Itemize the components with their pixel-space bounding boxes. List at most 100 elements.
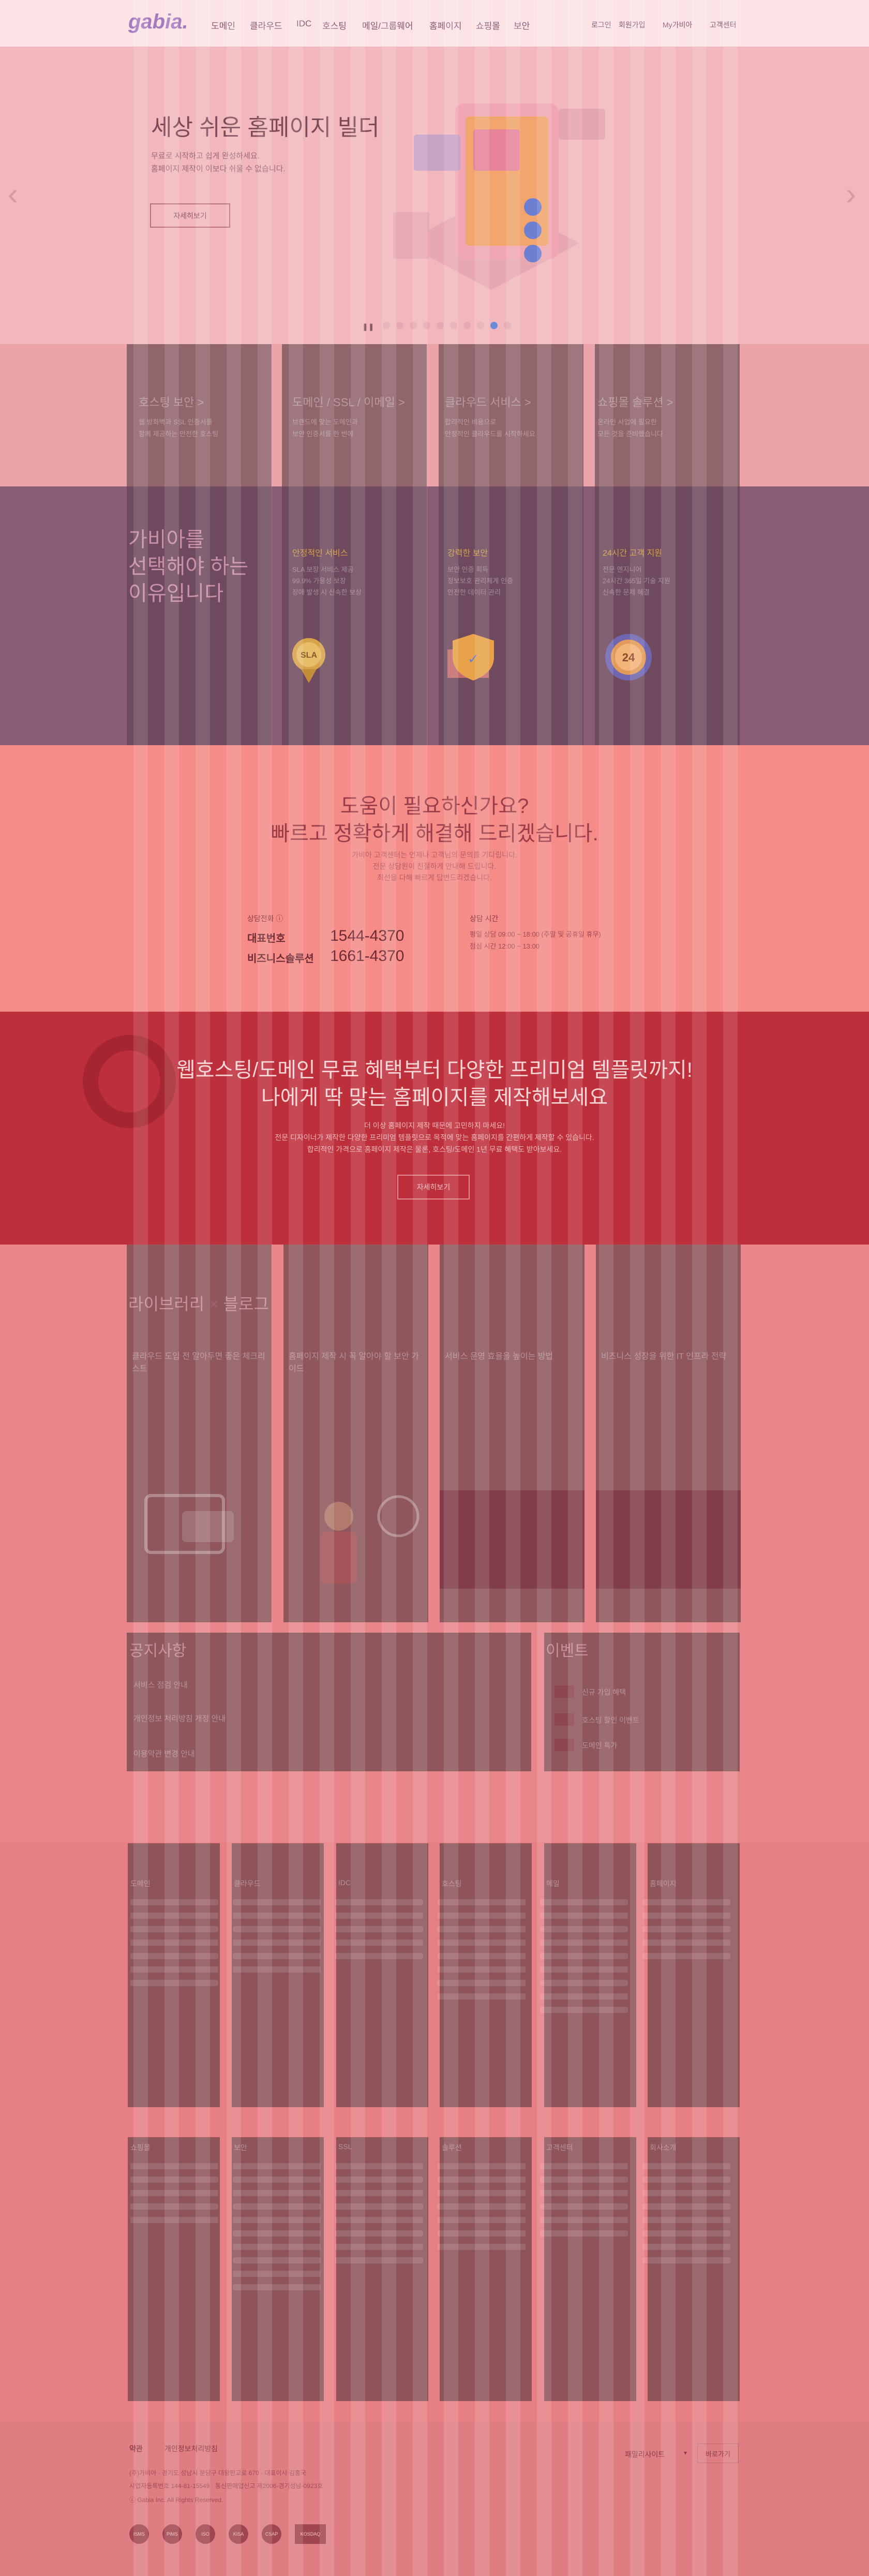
hero-dot-active[interactable] — [490, 322, 498, 329]
hero-next-arrow[interactable]: › — [846, 176, 856, 212]
nav-idc[interactable]: IDC — [296, 19, 311, 29]
library-card-body-2: 홈페이지 제작 시 꼭 알아야 할 보안 가이드 — [289, 1351, 423, 1375]
sitemap-title-security[interactable]: 보안 — [234, 2142, 247, 2153]
family-site-label[interactable]: 패밀리사이트 — [625, 2449, 665, 2460]
hero-dot[interactable] — [382, 322, 390, 329]
blog-tab[interactable]: 블로그 — [223, 1295, 269, 1313]
nav-domain[interactable]: 도메인 — [211, 19, 235, 32]
library-image-4 — [596, 1490, 741, 1589]
sitemap-title-homepage[interactable]: 홈페이지 — [650, 1878, 677, 1889]
hero-dot[interactable] — [450, 322, 457, 329]
why-item-title-1: 안정적인 서비스 — [292, 549, 348, 558]
util-login[interactable]: 로그인 — [591, 20, 611, 30]
help-title-1: 도움이 필요하신가요? — [340, 795, 529, 818]
hero-prev-arrow[interactable]: ‹ — [8, 176, 18, 212]
promo-detail-button[interactable]: 자세히보기 — [397, 1175, 470, 1200]
cert-badge-icon: CSAP — [262, 2524, 281, 2544]
sitemap-title-cloud[interactable]: 클라우드 — [234, 1878, 261, 1889]
why-item-1-l3: 장애 발생 시 신속한 보상 — [292, 588, 362, 596]
nav-homepage[interactable]: 홈페이지 — [429, 19, 462, 32]
hero-pause-button[interactable]: ❚❚ — [362, 322, 374, 331]
quick-title-1[interactable]: 호스팅 보안 > — [139, 393, 204, 410]
event-thumb-3 — [555, 1739, 574, 1751]
notice-item-3[interactable]: 이용약관 변경 안내 — [133, 1748, 195, 1759]
sitemap-title-solution[interactable]: 솔루션 — [442, 2142, 462, 2153]
quick-card-2[interactable] — [282, 344, 427, 486]
promo-desc-3: 합리적인 가격으로 홈페이지 제작은 물론, 호스팅/도메인 1년 무료 혜택도… — [307, 1145, 562, 1153]
cert-badge-icon: ISO — [196, 2524, 215, 2544]
event-item-3[interactable]: 도메인 특가 — [582, 1740, 617, 1751]
why-item-3-l3: 신속한 문제 해결 — [603, 588, 650, 596]
cert-badge-icon: KISA — [229, 2524, 248, 2544]
sitemap-title-mail[interactable]: 메일 — [546, 1878, 560, 1889]
footer-business: 사업자등록번호 144-81-15549 · 통신판매업신고 제2006-경기성… — [129, 2482, 323, 2490]
quick-line-3a: 합리적인 비용으로 — [445, 418, 497, 426]
nav-security[interactable]: 보안 — [514, 19, 530, 32]
hours-label: 상담 시간 — [470, 914, 499, 923]
hero-dot[interactable] — [503, 322, 511, 329]
hours-line-1: 평일 상담 09:00 ~ 18:00 (주말 및 공휴일 휴무) — [470, 930, 601, 938]
why-col-2 — [282, 486, 427, 745]
quick-title-2[interactable]: 도메인 / SSL / 이메일 > — [292, 393, 405, 410]
util-support[interactable]: 고객센터 — [710, 20, 737, 30]
nav-cloud[interactable]: 클라우드 — [250, 19, 282, 32]
event-title[interactable]: 이벤트 — [546, 1638, 589, 1661]
why-item-1-l1: SLA 보장 서비스 제공 — [292, 566, 354, 573]
help-desc-3: 최선을 다해 빠르게 답변드리겠습니다. — [377, 874, 492, 882]
why-heading-2: 선택해야 하는 — [128, 555, 248, 578]
library-card-title-4[interactable]: 비즈니스 성장을 위한 IT 인프라 전략 — [601, 1351, 736, 1363]
library-card-title-2[interactable]: 홈페이지 제작 시 꼭 알아야 할 보안 가이드 — [289, 1351, 423, 1375]
event-item-2[interactable]: 호스팅 할인 이벤트 — [582, 1715, 639, 1725]
family-site-go-button[interactable]: 바로가기 — [697, 2444, 739, 2463]
chevron-down-icon[interactable]: ▾ — [684, 2449, 687, 2456]
quick-line-4b: 모든 것을 준비했습니다 — [597, 430, 663, 438]
nav-shop[interactable]: 쇼핑몰 — [476, 19, 500, 32]
nav-mail[interactable]: 메일/그룹웨어 — [362, 19, 413, 32]
notice-item-2[interactable]: 개인정보 처리방침 개정 안내 — [133, 1713, 226, 1724]
rep-number: 1544-4370 — [330, 927, 404, 944]
library-card-title-1[interactable]: 클라우드 도입 전 알아두면 좋은 체크리스트 — [132, 1351, 266, 1375]
util-signup[interactable]: 회원가입 — [619, 20, 646, 30]
notice-item-1[interactable]: 서비스 점검 안내 — [133, 1679, 188, 1690]
hero-desc-1: 무료로 시작하고 쉽게 완성하세요. — [151, 152, 260, 160]
sitemap-title-support[interactable]: 고객센터 — [546, 2142, 573, 2153]
library-card-title-3[interactable]: 서비스 운영 효율을 높이는 방법 — [445, 1351, 579, 1363]
sitemap-title-domain[interactable]: 도메인 — [130, 1878, 151, 1889]
quick-card-4[interactable] — [595, 344, 740, 486]
hero-dot[interactable] — [436, 322, 444, 329]
hero-title: 세상 쉬운 홈페이지 빌더 — [151, 115, 380, 140]
logo[interactable]: gabia. — [128, 10, 188, 34]
util-mygabia[interactable]: My가비아 — [663, 20, 692, 30]
quick-card-1[interactable] — [127, 344, 272, 486]
hero-detail-button[interactable]: 자세히보기 — [150, 203, 230, 228]
sitemap-title-company[interactable]: 회사소개 — [650, 2142, 677, 2153]
promo-title-1: 웹호스팅/도메인 무료 혜택부터 다양한 프리미엄 템플릿까지! — [176, 1059, 693, 1082]
hero-dot[interactable] — [476, 322, 484, 329]
sitemap-title-idc[interactable]: IDC — [338, 1878, 351, 1887]
notice-title[interactable]: 공지사항 — [129, 1638, 186, 1661]
footer-link-terms[interactable]: 약관 — [129, 2444, 143, 2454]
hero-dot[interactable] — [423, 322, 430, 329]
cert-badge-label: ISO — [201, 2531, 209, 2537]
hours-line-2: 점심 시간 12:00 ~ 13:00 — [470, 942, 540, 950]
footer-link-privacy[interactable]: 개인정보처리방침 — [164, 2444, 218, 2454]
why-col-4 — [595, 486, 740, 745]
why-item-1-l2: 99.9% 가용성 보장 — [292, 577, 346, 585]
cert-badge-icon: ISMS — [129, 2524, 149, 2544]
event-item-1[interactable]: 신규 가입 혜택 — [582, 1687, 626, 1697]
hero-dot[interactable] — [463, 322, 471, 329]
nav-hosting[interactable]: 호스팅 — [322, 19, 347, 32]
sitemap-title-hosting[interactable]: 호스팅 — [442, 1878, 462, 1889]
sitemap-title-shop[interactable]: 쇼핑몰 — [130, 2142, 151, 2153]
sla-badge-icon: SLA — [291, 634, 327, 686]
why-heading-1: 가비아를 — [128, 528, 205, 551]
library-tab[interactable]: 라이브러리 — [128, 1295, 204, 1313]
hero-dot[interactable] — [409, 322, 417, 329]
hero-dot[interactable] — [396, 322, 403, 329]
quick-title-3[interactable]: 클라우드 서비스 > — [445, 393, 531, 410]
sitemap-title-ssl[interactable]: SSL — [338, 2142, 352, 2151]
quick-title-4[interactable]: 쇼핑몰 솔루션 > — [597, 393, 673, 410]
library-card-body-4: 비즈니스 성장을 위한 IT 인프라 전략 — [601, 1351, 736, 1363]
footer-address: (주)가비아 · 경기도 성남시 분당구 대왕판교로 670 · 대표이사 김홍… — [129, 2469, 307, 2477]
quick-card-3[interactable] — [439, 344, 583, 486]
